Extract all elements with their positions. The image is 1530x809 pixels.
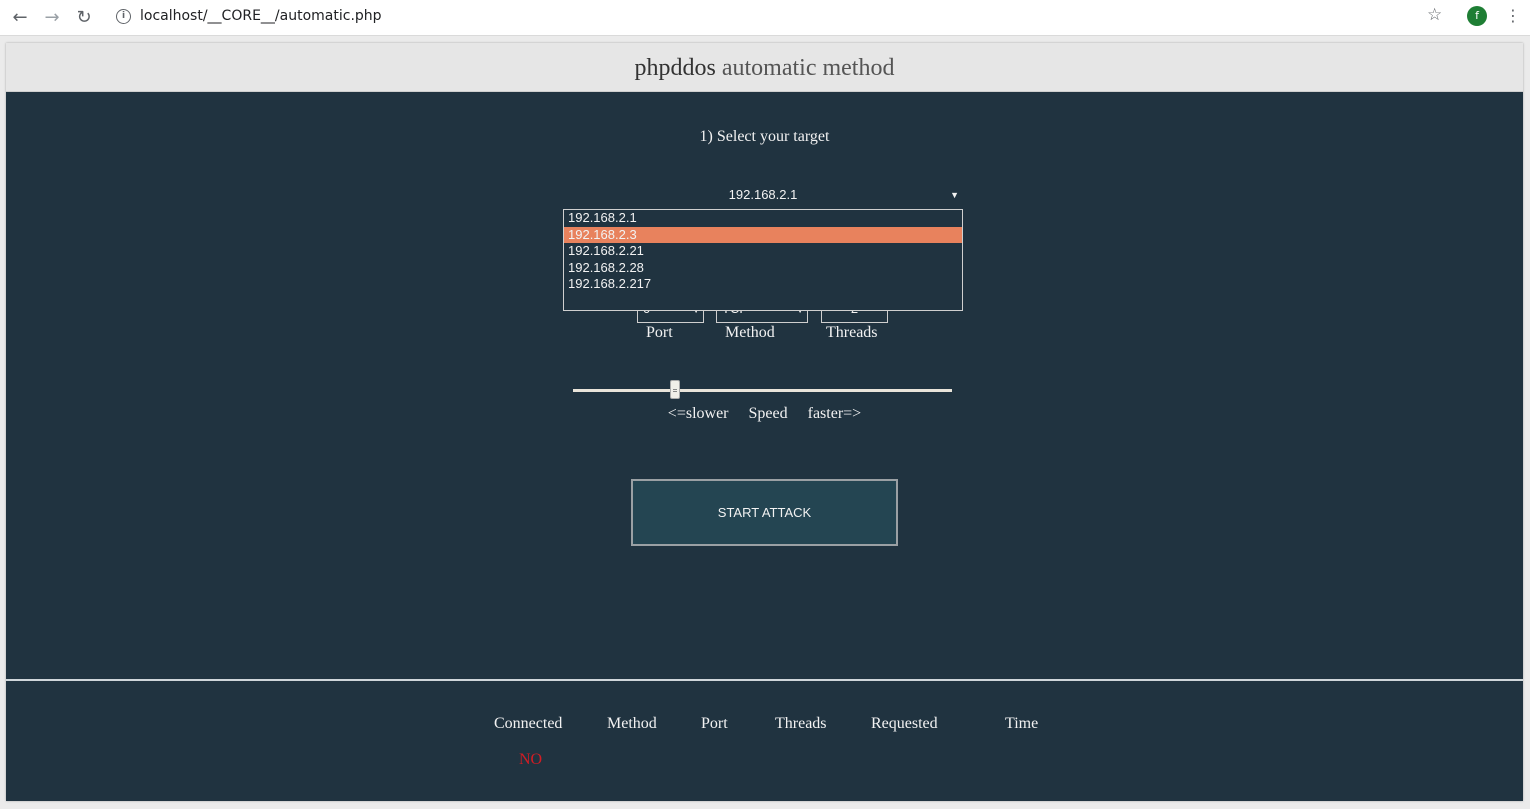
forward-icon[interactable]: → [38,4,66,30]
target-option[interactable]: 192.168.2.21 [564,243,962,260]
address-bar[interactable]: localhost/__CORE__/automatic.php [140,8,382,24]
threads-label: Threads [826,324,878,341]
star-icon[interactable]: ☆ [1427,5,1442,25]
stat-header-port: Port [701,715,728,732]
target-option[interactable]: 192.168.2.1 [564,210,962,227]
stat-header-method: Method [607,715,657,732]
chevron-down-icon: ▼ [950,190,959,200]
menu-icon[interactable]: ⋮ [1505,6,1521,26]
target-option[interactable]: 192.168.2.217 [564,276,962,293]
stat-header-requested: Requested [871,715,938,732]
browser-toolbar: ← → ↻ i localhost/__CORE__/automatic.php… [0,0,1530,36]
brand-title: phpddos [634,55,716,81]
divider [6,679,1523,681]
target-select[interactable]: 192.168.2.1 ▼ [563,183,963,207]
target-selected-value: 192.168.2.1 [728,187,798,202]
reload-icon[interactable]: ↻ [70,4,98,30]
stat-header-threads: Threads [775,715,827,732]
info-icon[interactable]: i [116,9,131,24]
stat-header-connected: Connected [494,715,563,732]
port-label: Port [646,324,673,341]
page: phpddos automatic method 1) Select your … [6,43,1523,801]
back-icon[interactable]: ← [6,4,34,30]
target-option-highlighted[interactable]: 192.168.2.3 [564,226,962,243]
speed-labels: <=slower Speed faster=> [6,405,1523,423]
method-label: Method [725,324,775,341]
speed-label: Speed [748,405,788,422]
start-attack-button[interactable]: START ATTACK [631,479,898,546]
step-label: 1) Select your target [699,128,830,145]
slower-label: <=slower [667,405,729,422]
speed-slider-thumb[interactable] [670,380,681,399]
page-subtitle: automatic method [721,55,895,81]
avatar[interactable]: f [1467,6,1487,26]
connected-status-value: NO [519,751,543,768]
target-option[interactable]: 192.168.2.28 [564,260,962,277]
stat-header-time: Time [1005,715,1039,732]
target-dropdown-list[interactable]: 192.168.2.1 192.168.2.3 192.168.2.21 192… [563,209,963,311]
page-header: phpddos automatic method [6,43,1523,92]
faster-label: faster=> [807,405,862,422]
speed-slider-track[interactable] [573,389,952,392]
